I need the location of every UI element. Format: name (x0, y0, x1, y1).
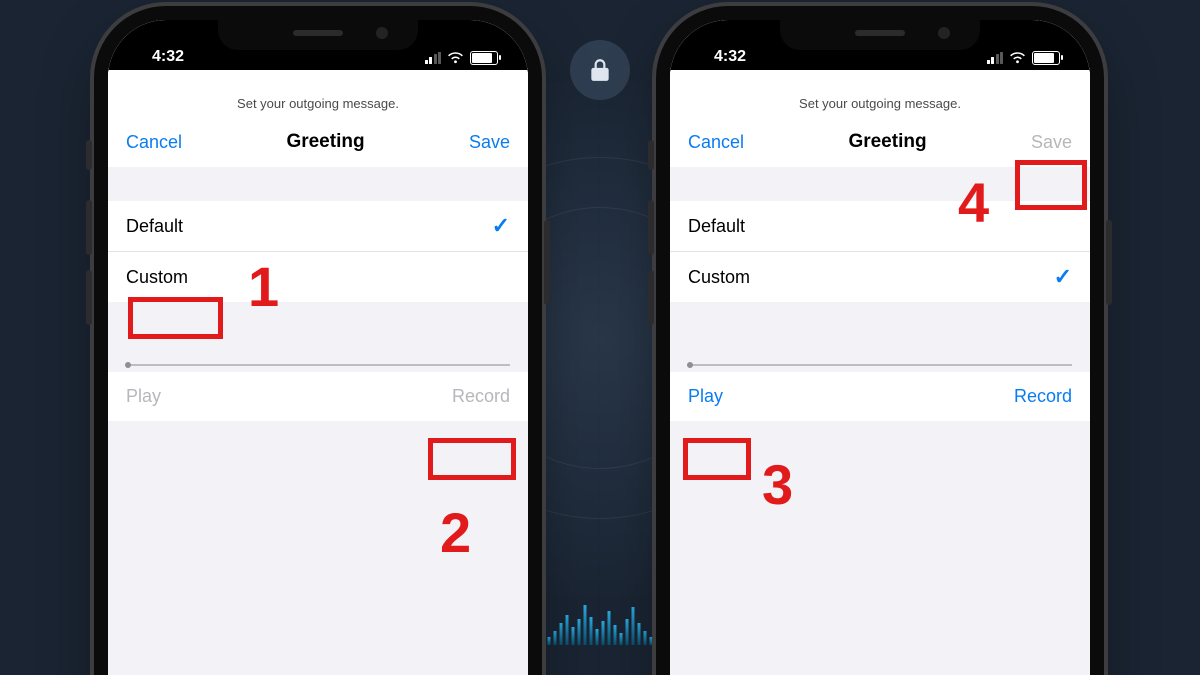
battery-icon (1032, 51, 1060, 65)
playback-controls: Play Record (670, 372, 1090, 421)
cancel-button[interactable]: Cancel (126, 132, 182, 153)
phone-mockup-2: 4:32 Set your outgoing message. Cancel G… (670, 20, 1090, 675)
volume-down-button (86, 270, 92, 325)
cellular-signal-icon (987, 52, 1004, 64)
nav-bar: Cancel Greeting Save (108, 123, 528, 167)
option-default[interactable]: Default ✓ (108, 201, 528, 251)
power-button (1106, 220, 1112, 305)
playback-scrubber (670, 302, 1090, 372)
option-label: Custom (126, 267, 188, 288)
nav-title: Greeting (848, 131, 926, 153)
phone-notch (780, 20, 980, 50)
callout-box-2 (428, 438, 516, 480)
status-time: 4:32 (714, 48, 746, 66)
lock-icon (570, 40, 630, 100)
callout-number-4: 4 (958, 170, 989, 235)
record-button[interactable]: Record (452, 386, 510, 407)
battery-icon (470, 51, 498, 65)
callout-number-3: 3 (762, 452, 793, 517)
status-time: 4:32 (152, 48, 184, 66)
play-button[interactable]: Play (688, 386, 723, 407)
callout-box-1 (128, 297, 223, 339)
volume-down-button (648, 270, 654, 325)
checkmark-icon: ✓ (1054, 264, 1072, 290)
callout-box-3 (683, 438, 751, 480)
callout-box-4 (1015, 160, 1087, 210)
callout-number-2: 2 (440, 500, 471, 565)
hint-text: Set your outgoing message. (670, 66, 1090, 123)
volume-up-button (648, 200, 654, 255)
screen-content: Set your outgoing message. Cancel Greeti… (108, 66, 528, 675)
cellular-signal-icon (425, 52, 442, 64)
greeting-options: Default ✓ Custom (108, 201, 528, 302)
record-button[interactable]: Record (1014, 386, 1072, 407)
phone-notch (218, 20, 418, 50)
phone-screen: 4:32 Set your outgoing message. Cancel G… (670, 20, 1090, 675)
callout-number-1: 1 (248, 254, 279, 319)
phone-mockup-1: 4:32 Set your outgoing message. Cancel G… (108, 20, 528, 675)
screen-content: Set your outgoing message. Cancel Greeti… (670, 66, 1090, 675)
option-custom[interactable]: Custom ✓ (670, 251, 1090, 302)
tutorial-image: 4:32 Set your outgoing message. Cancel G… (0, 0, 1200, 675)
equalizer-decoration (548, 605, 653, 645)
checkmark-icon: ✓ (492, 213, 510, 239)
greeting-options: Default Custom ✓ (670, 201, 1090, 302)
volume-up-button (86, 200, 92, 255)
save-button[interactable]: Save (469, 132, 510, 153)
phone-screen: 4:32 Set your outgoing message. Cancel G… (108, 20, 528, 675)
power-button (544, 220, 550, 305)
save-button[interactable]: Save (1031, 132, 1072, 153)
wifi-icon (1009, 49, 1026, 66)
option-label: Default (688, 216, 745, 237)
play-button[interactable]: Play (126, 386, 161, 407)
wifi-icon (447, 49, 464, 66)
silence-switch (648, 140, 654, 170)
silence-switch (86, 140, 92, 170)
option-custom[interactable]: Custom (108, 251, 528, 302)
playback-controls: Play Record (108, 372, 528, 421)
option-label: Custom (688, 267, 750, 288)
cancel-button[interactable]: Cancel (688, 132, 744, 153)
hint-text: Set your outgoing message. (108, 66, 528, 123)
nav-title: Greeting (286, 131, 364, 153)
option-label: Default (126, 216, 183, 237)
